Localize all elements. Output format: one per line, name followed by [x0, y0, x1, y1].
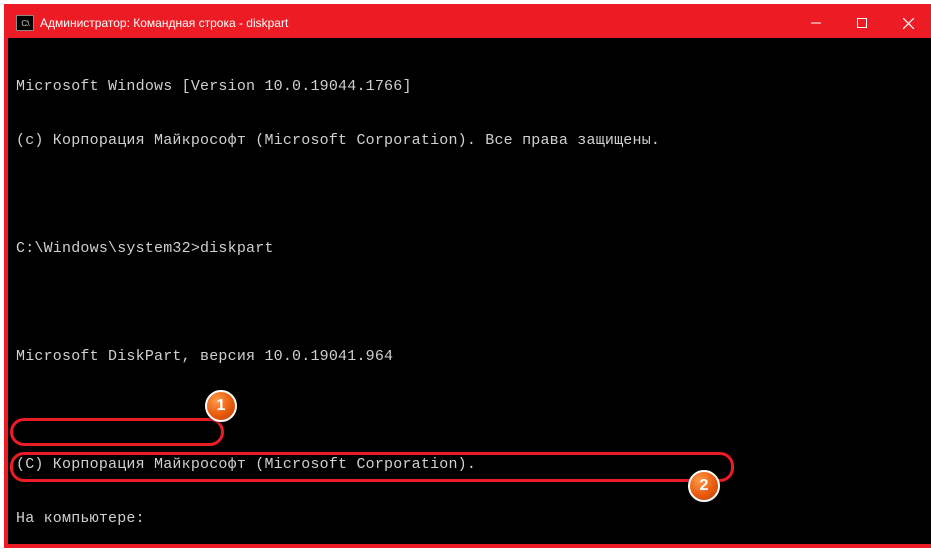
prompt-line: C:\Windows\system32>diskpart	[16, 240, 923, 258]
terminal-content[interactable]: Microsoft Windows [Version 10.0.19044.17…	[8, 38, 931, 548]
window-title: Администратор: Командная строка - diskpa…	[40, 16, 288, 30]
titlebar: C:\ Администратор: Командная строка - di…	[8, 8, 931, 38]
app-icon: C:\	[16, 15, 34, 31]
close-icon	[903, 18, 914, 29]
output-line: Microsoft DiskPart, версия 10.0.19041.96…	[16, 348, 923, 366]
maximize-icon	[857, 18, 867, 28]
maximize-button[interactable]	[839, 8, 885, 38]
minimize-button[interactable]	[793, 8, 839, 38]
output-line: (c) Корпорация Майкрософт (Microsoft Cor…	[16, 132, 923, 150]
close-button[interactable]	[885, 8, 931, 38]
output-line: На компьютере:	[16, 510, 923, 528]
minimize-icon	[811, 18, 821, 28]
output-line: (C) Корпорация Майкрософт (Microsoft Cor…	[16, 456, 923, 474]
command-prompt-window: C:\ Администратор: Командная строка - di…	[4, 4, 931, 548]
output-line: Microsoft Windows [Version 10.0.19044.17…	[16, 78, 923, 96]
